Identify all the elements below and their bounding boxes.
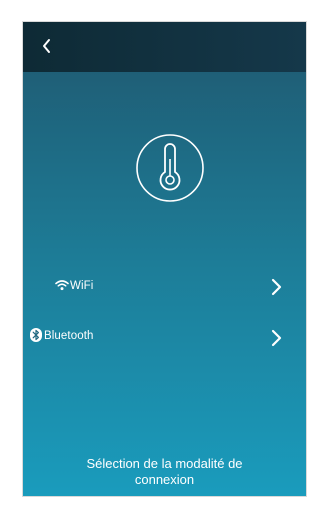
bluetooth-label: Bluetooth bbox=[44, 330, 94, 342]
wifi-option[interactable]: WiFi bbox=[23, 267, 306, 307]
connection-mode-caption: Sélection de la modalité de connexion bbox=[86, 456, 243, 487]
wifi-icon bbox=[55, 280, 69, 291]
top-bar bbox=[23, 22, 306, 72]
wifi-label: WiFi bbox=[70, 280, 94, 292]
chevron-right-icon bbox=[271, 329, 282, 347]
thermometer-icon bbox=[135, 133, 205, 203]
connection-screen: WiFi Bluetooth Sélection de la modalité … bbox=[23, 72, 306, 496]
chevron-left-icon bbox=[43, 39, 50, 53]
bluetooth-icon bbox=[30, 328, 42, 342]
back-button[interactable] bbox=[35, 34, 59, 58]
bluetooth-option[interactable]: Bluetooth bbox=[23, 318, 306, 358]
chevron-right-icon bbox=[271, 278, 282, 296]
phone-frame: WiFi Bluetooth Sélection de la modalité … bbox=[22, 21, 307, 497]
